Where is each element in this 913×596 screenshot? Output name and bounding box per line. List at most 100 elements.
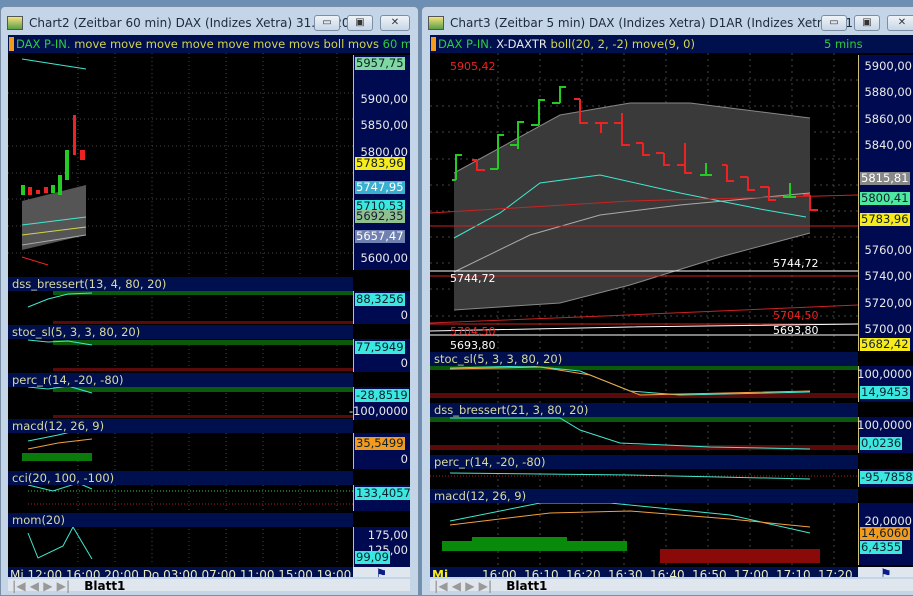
level-label: 5744,72 — [773, 257, 819, 270]
chart2-window: Chart2 (Zeitbar 60 min) DAX (Indizes Xet… — [0, 6, 419, 596]
ma-tag: 5747,95 — [355, 180, 405, 194]
panel-header: macd(12, 26, 9) — [430, 489, 858, 503]
panel-axis: -95,7858 — [858, 469, 913, 487]
sheet-tab[interactable]: Blatt1 — [506, 579, 547, 593]
sheet-tab[interactable]: Blatt1 — [84, 579, 125, 593]
maximize-button[interactable]: ▣ — [347, 15, 373, 31]
level-label: 5704,50 — [773, 309, 819, 322]
chart3-title-bar[interactable]: Chart3 (Zeitbar 5 min) DAX (Indizes Xetr… — [428, 13, 876, 33]
panel-header: perc_r(14, -20, -80) — [430, 455, 858, 469]
label: 14,9453 — [860, 385, 910, 399]
sheet-tabs: |◀ ◀ ▶ ▶| Blatt1 — [8, 579, 410, 593]
label: 5740,00 — [864, 269, 912, 283]
close-button[interactable]: ✕ — [380, 15, 410, 31]
band-tag: 5815,81 — [860, 171, 910, 185]
label: 17:10 — [776, 568, 811, 577]
label: 5900,00 — [360, 92, 408, 106]
panel-axis: 175,00 125,00 99,09 — [353, 527, 410, 567]
panel-header: stoc_sl(5, 3, 3, 80, 20) — [430, 352, 858, 366]
panel-header: stoc_sl(5, 3, 3, 80, 20) — [8, 325, 353, 339]
price-axis: 5900,00 5850,00 5800,00 5600,00 5957,75 … — [353, 55, 410, 270]
label: 16:50 — [692, 568, 727, 577]
label: 133,4057 — [355, 486, 410, 500]
low-tag: 5682,42 — [860, 337, 910, 351]
last-price-tag: 5783,96 — [860, 212, 910, 226]
panel-axis: -28,8519 -100,0000 — [349, 387, 410, 420]
high-level-label: 5905,42 — [450, 60, 496, 73]
band-tag: 5657,47 — [355, 229, 405, 243]
chart2-title: Chart2 (Zeitbar 60 min) DAX (Indizes Xet… — [29, 16, 361, 30]
panel-axis: 133,4057 — [353, 485, 410, 511]
flag-icon[interactable]: ⚑ — [858, 567, 913, 577]
tab-nav-icon[interactable]: |◀ ◀ ▶ ▶| — [434, 579, 492, 593]
label: 5840,00 — [864, 138, 912, 152]
panel-header: perc_r(14, -20, -80) — [8, 373, 353, 387]
label: 5700,00 — [864, 322, 912, 336]
panel-axis: 100,0000 0,0236 — [857, 417, 913, 453]
label: 77,5949 — [355, 340, 405, 354]
panel-header: mom(20) — [8, 513, 353, 527]
minimize-button[interactable]: ▭ — [821, 15, 847, 31]
label: 0,0236 — [860, 436, 903, 450]
label: 16:40 — [650, 568, 685, 577]
ma-tag: 5800,41 — [860, 191, 910, 205]
panel-header: cci(20, 100, -100) — [8, 471, 353, 485]
time-axis: Mi 16:00 16:10 16:20 16:30 16:40 16:50 17:00 17… — [430, 567, 858, 577]
label: 5880,00 — [864, 85, 912, 99]
label: 0 — [400, 356, 408, 370]
price-axis: 5900,00 5880,00 5860,00 5840,00 5760,00 … — [858, 55, 913, 351]
level-label: 5693,80 — [773, 324, 819, 337]
label: 35,5499 — [355, 436, 405, 450]
level-label: 5704,50 — [450, 325, 496, 338]
label: -100,0000 — [348, 404, 408, 418]
label: Mi — [432, 568, 449, 577]
label: 5720,00 — [864, 296, 912, 310]
last-price-tag: 5783,96 — [355, 156, 405, 170]
panel-axis: 20,0000 14,6060 6,4355 — [858, 503, 913, 565]
label: 16:00 — [482, 568, 517, 577]
label: 5850,00 — [360, 118, 408, 132]
label: 6,4355 — [860, 540, 903, 554]
label: 100,0000 — [857, 367, 912, 381]
panel-axis: 88,3256 0 — [353, 291, 410, 324]
label: 5600,00 — [360, 251, 408, 265]
panel-header: dss_bressert(21, 3, 80, 20) — [430, 403, 858, 417]
label: 14,6060 — [860, 526, 910, 540]
label: 0 — [400, 308, 408, 322]
time-axis: Mi 12:00 16:00 20:00 Do 03:00 07:00 11:0… — [8, 567, 353, 577]
label: -95,7858 — [860, 470, 913, 484]
flag-icon[interactable]: ⚑ — [353, 567, 410, 577]
level-label: 5744,72 — [450, 272, 496, 285]
label: 16:20 — [566, 568, 601, 577]
sheet-tabs: |◀ ◀ ▶ ▶| Blatt1 — [430, 579, 913, 593]
high-tag: 5957,75 — [355, 56, 405, 70]
panel-axis: 100,0000 14,9453 — [857, 366, 913, 402]
chart2-area[interactable]: DAX P-IN. move move move move move move … — [8, 35, 410, 577]
label: 16:30 — [608, 568, 643, 577]
bollinger-band — [454, 103, 810, 310]
panel-header: dss_bressert(13, 4, 80, 20) — [8, 277, 353, 291]
label: 5760,00 — [864, 243, 912, 257]
chart3-area[interactable]: DAX P-IN. X-DAXTR boll(20, 2, -2) move(9… — [430, 35, 913, 577]
tab-nav-icon[interactable]: |◀ ◀ ▶ ▶| — [12, 579, 70, 593]
level-label: 5693,80 — [450, 339, 496, 352]
ma-tag: 5692,35 — [355, 209, 405, 223]
label: 99,09 — [355, 550, 390, 564]
label: 100,0000 — [857, 418, 912, 432]
panel-axis: 77,5949 0 — [353, 339, 410, 372]
maximize-button[interactable]: ▣ — [854, 15, 880, 31]
panel-header: macd(12, 26, 9) — [8, 419, 353, 433]
panel-axis: 35,5499 0 — [353, 433, 410, 469]
close-button[interactable]: ✕ — [887, 15, 913, 31]
label: 16:10 — [524, 568, 559, 577]
label: 175,00 — [367, 528, 408, 542]
chart2-plots — [8, 53, 353, 565]
minimize-button[interactable]: ▭ — [314, 15, 340, 31]
chart3-title: Chart3 (Zeitbar 5 min) DAX (Indizes Xetr… — [450, 16, 876, 30]
interval-label: 60 mins — [382, 37, 410, 51]
chart2-title-bar[interactable]: Chart2 (Zeitbar 60 min) DAX (Indizes Xet… — [7, 13, 361, 33]
label: 5900,00 — [864, 59, 912, 73]
label: 17:00 — [734, 568, 769, 577]
app-icon — [7, 16, 23, 30]
label: 17:20 — [818, 568, 853, 577]
